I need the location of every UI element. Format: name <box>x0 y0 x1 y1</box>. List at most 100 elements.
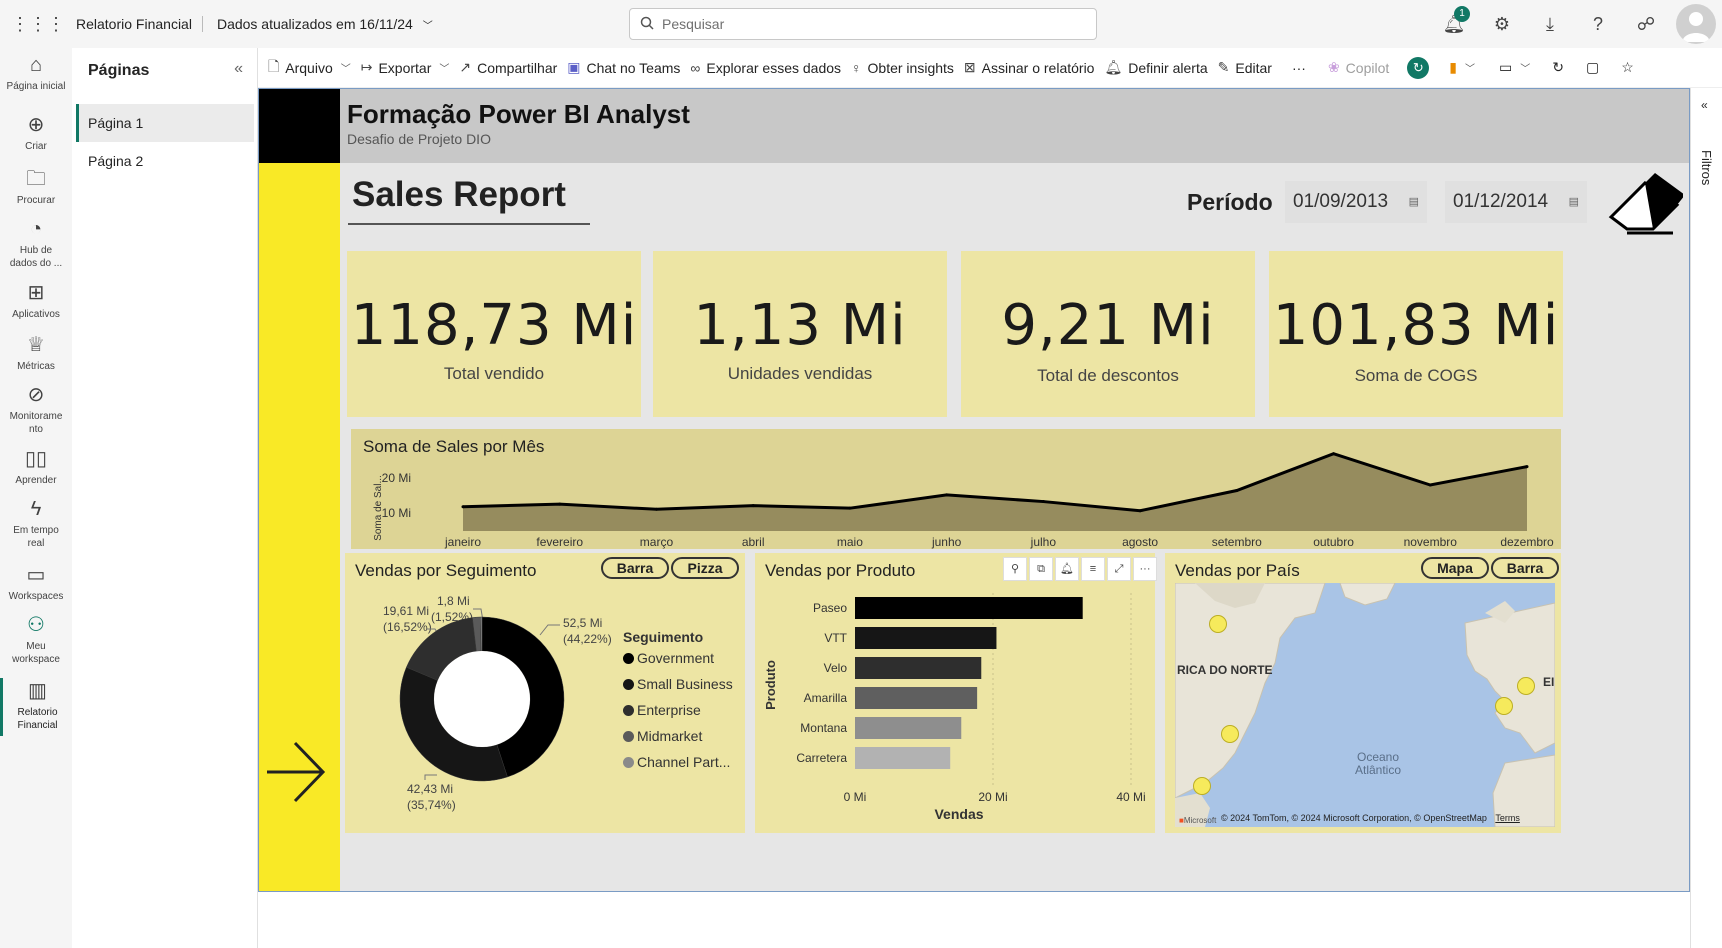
comment-button[interactable]: ▢ <box>1574 59 1599 76</box>
date-end-input[interactable]: 01/12/2014 ▤ <box>1445 181 1587 223</box>
nav-realtime[interactable]: ϟ Em tempo real <box>0 498 72 550</box>
share-button[interactable]: ↗ Compartilhar <box>459 59 557 76</box>
edit-button[interactable]: ✎ Editar <box>1218 59 1272 76</box>
chevron-down-icon: ﹀ <box>340 64 351 75</box>
share-feedback-button[interactable]: ☍ <box>1622 14 1670 35</box>
nav-apps[interactable]: ⊞ Aplicativos <box>0 282 72 321</box>
settings-button[interactable]: ⚙ <box>1478 14 1526 35</box>
kpi-total-vendido[interactable]: 118,73 Mi Total vendido <box>347 251 641 417</box>
toggle-bar-button[interactable]: Barra <box>1491 557 1559 579</box>
help-button[interactable]: ? <box>1574 14 1622 35</box>
toggle-map-button[interactable]: Mapa <box>1421 557 1489 579</box>
nav-realtime-label: Em tempo real <box>13 525 59 549</box>
nav-learn[interactable]: ▯▯ Aprender <box>0 448 72 487</box>
search-input[interactable]: Pesquisar <box>629 8 1097 40</box>
map-bubble[interactable] <box>1495 697 1513 715</box>
legend-item[interactable]: Midmarket <box>623 723 733 749</box>
bar-vtt <box>855 627 997 649</box>
kpi-unidades-vendidas[interactable]: 1,13 Mi Unidades vendidas <box>653 251 947 417</box>
refresh-visual-button[interactable]: ↻ <box>1399 56 1430 79</box>
kpi-label: Unidades vendidas <box>727 364 873 383</box>
nav-workspaces[interactable]: ▭ Workspaces <box>0 564 72 603</box>
favorite-button[interactable]: ☆ <box>1609 59 1634 76</box>
nav-browse-label: Procurar <box>16 195 56 206</box>
x-tick-label: janeiro <box>444 535 481 549</box>
map-bubble[interactable] <box>1193 777 1211 795</box>
map-canvas[interactable]: RICA DO NORTE Oceano Atlântico EI ■ Micros… <box>1175 583 1555 827</box>
data-hub-icon: ◔ <box>29 218 43 240</box>
refresh-button[interactable]: ↻ <box>1540 59 1564 76</box>
insights-button[interactable]: ♀ Obter insights <box>851 60 954 76</box>
file-menu-label: Arquivo <box>285 59 333 76</box>
map-bubble[interactable] <box>1517 677 1535 695</box>
legend-item[interactable]: Small Business <box>623 671 733 697</box>
calendar-icon[interactable]: ▤ <box>1409 181 1419 223</box>
attribution-text: © 2024 TomTom, © 2024 Microsoft Corporat… <box>1221 813 1487 823</box>
sales-by-product-visual[interactable]: Vendas por Produto ⚲ ⧉ 🔔︎ ≡ ⤢ ··· Produt… <box>755 553 1157 833</box>
y-tick-label: Amarilla <box>804 691 848 705</box>
search-icon <box>640 16 654 33</box>
donut-label-gov-pct: (44,22%) <box>563 632 612 646</box>
expand-filters-icon[interactable]: « <box>1701 98 1708 112</box>
explore-data-button[interactable]: ∞ Explorar esses dados <box>690 60 841 76</box>
chevron-down-icon: ﹀ <box>439 64 450 75</box>
toggle-pizza-button[interactable]: Pizza <box>671 557 739 579</box>
subscribe-label: Assinar o relatório <box>981 59 1095 76</box>
legend-item[interactable]: Enterprise <box>623 697 733 723</box>
file-menu[interactable]: 🗋 Arquivo ﹀ <box>268 56 351 80</box>
date-start-input[interactable]: 01/09/2013 ▤ <box>1285 181 1427 223</box>
nav-browse[interactable]: 🗀 Procurar <box>0 168 72 207</box>
legend-swatch <box>623 652 634 664</box>
more-options-button[interactable]: ··· <box>1282 60 1306 76</box>
teams-chat-button[interactable]: ▣ Chat no Teams <box>567 59 680 76</box>
sales-by-segment-visual[interactable]: Vendas por Seguimento Barra Pizza 52,5 M… <box>345 553 745 833</box>
collapse-icon[interactable]: « <box>234 60 243 78</box>
nav-home[interactable]: ⌂ Página inicial <box>0 54 72 93</box>
avatar[interactable] <box>1676 4 1716 44</box>
copilot-button[interactable]: ❀ Copilot <box>1316 59 1389 76</box>
donut-label-gov-value: 52,5 Mi <box>563 616 602 630</box>
notifications-button[interactable]: 🔔︎ 1 <box>1430 5 1478 35</box>
legend-title: Seguimento <box>623 629 704 645</box>
app-name[interactable]: Relatorio Financial <box>76 16 203 32</box>
filters-pane[interactable]: « Filtros <box>1690 88 1722 948</box>
nav-create[interactable]: ⊕ Criar <box>0 114 72 153</box>
legend-item[interactable]: Government <box>623 645 733 671</box>
sales-by-country-visual[interactable]: Vendas por País Mapa Barra RICA DO NORTE… <box>1165 553 1561 833</box>
next-page-arrow-icon[interactable] <box>265 739 327 805</box>
calendar-icon[interactable]: ▤ <box>1569 181 1579 223</box>
question-icon: ? <box>1592 13 1603 34</box>
bar-carretera <box>855 747 951 769</box>
page-item-2[interactable]: Página 2 <box>76 142 254 180</box>
data-updated-dropdown[interactable]: Dados atualizados em 16/11/24 ﹀ <box>217 16 433 32</box>
x-tick-label: outubro <box>1313 535 1354 549</box>
download-button[interactable]: ⤓ <box>1526 14 1574 35</box>
nav-learn-label: Aprender <box>15 475 57 486</box>
sales-by-month-visual[interactable]: Soma de Sales por Mês Soma de Sal... 20 … <box>351 429 1561 549</box>
kpi-soma-cogs[interactable]: 101,83 Mi Soma de COGS <box>1269 251 1563 417</box>
nav-relatorio-financial[interactable]: ▥ Relatorio Financial <box>0 678 72 736</box>
x-tick-label: 40 Mi <box>1116 790 1145 804</box>
left-nav: ⌂ Página inicial ⊕ Criar 🗀 Procurar ◔ Hub de… <box>0 48 72 948</box>
nav-data-hub[interactable]: ◔ Hub de dados do ... <box>0 218 72 270</box>
bookmark-button[interactable]: ▮ ﹀ <box>1439 59 1475 76</box>
data-point <box>1041 500 1045 504</box>
page-item-1[interactable]: Página 1 <box>76 104 254 142</box>
kpi-total-descontos[interactable]: 9,21 Mi Total de descontos <box>961 251 1255 417</box>
view-button[interactable]: ▭ ﹀ <box>1485 59 1530 76</box>
bar-amarilla <box>855 687 978 709</box>
map-terms-link[interactable]: Terms <box>1495 813 1520 823</box>
subscribe-button[interactable]: ⊠ Assinar o relatório <box>964 59 1095 76</box>
map-bubble[interactable] <box>1221 725 1239 743</box>
nav-my-workspace[interactable]: ⚇ Meu workspace <box>0 614 72 666</box>
legend-item[interactable]: Channel Part... <box>623 749 733 775</box>
export-menu[interactable]: ↦ Exportar ﹀ <box>361 59 450 76</box>
alert-button[interactable]: 🔔︎ Definir alerta <box>1104 59 1207 76</box>
nav-metrics[interactable]: ♕ Métricas <box>0 334 72 373</box>
nav-monitoring[interactable]: ⊘ Monitoramento <box>0 384 72 436</box>
app-launcher-icon[interactable]: ⋮⋮⋮ <box>0 14 76 35</box>
eraser-icon[interactable] <box>1607 171 1683 237</box>
map-bubble[interactable] <box>1209 615 1227 633</box>
chevron-down-icon: ﹀ <box>422 21 433 32</box>
pages-pane: Páginas « Página 1 Página 2 <box>72 48 258 948</box>
